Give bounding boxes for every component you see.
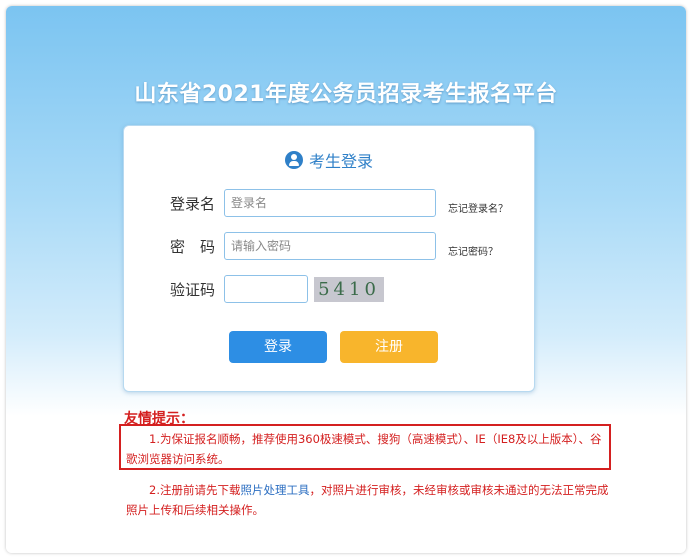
password-label: 密 码 [170, 238, 216, 256]
captcha-label: 验证码 [170, 281, 216, 299]
captcha-input[interactable] [224, 275, 308, 303]
login-page: 山东省2021年度公务员招录考生报名平台 考生登录 登录名 忘记登录名？ 密 码… [6, 6, 686, 553]
login-button[interactable]: 登录 [229, 331, 327, 363]
user-icon [284, 151, 303, 169]
username-input[interactable] [224, 189, 436, 217]
tip-2-prefix: 2.注册前请先下载 [126, 483, 241, 497]
captcha-image[interactable]: 5410 [314, 277, 384, 302]
tip-1: 1.为保证报名顺畅，推荐使用360极速模式、搜狗（高速模式）、IE（IE8及以上… [126, 432, 602, 466]
login-card-header: 考生登录 [124, 148, 534, 172]
forgot-username-link[interactable]: 忘记登录名？ [448, 200, 508, 215]
login-card-title: 考生登录 [308, 152, 373, 171]
login-card: 考生登录 登录名 忘记登录名？ 密 码 忘记密码？ 验证码 5410 登录 注册 [123, 125, 535, 392]
forgot-password-link[interactable]: 忘记密码？ [448, 243, 498, 258]
tip-2: 2.注册前请先下载照片处理工具，对照片进行审核，未经审核或审核未通过的无法正常完… [126, 480, 616, 520]
page-title: 山东省2021年度公务员招录考生报名平台 [134, 82, 558, 107]
photo-tool-link[interactable]: 照片处理工具 [240, 483, 309, 497]
register-button[interactable]: 注册 [340, 331, 438, 363]
username-label: 登录名 [170, 195, 216, 213]
password-input[interactable] [224, 232, 436, 260]
